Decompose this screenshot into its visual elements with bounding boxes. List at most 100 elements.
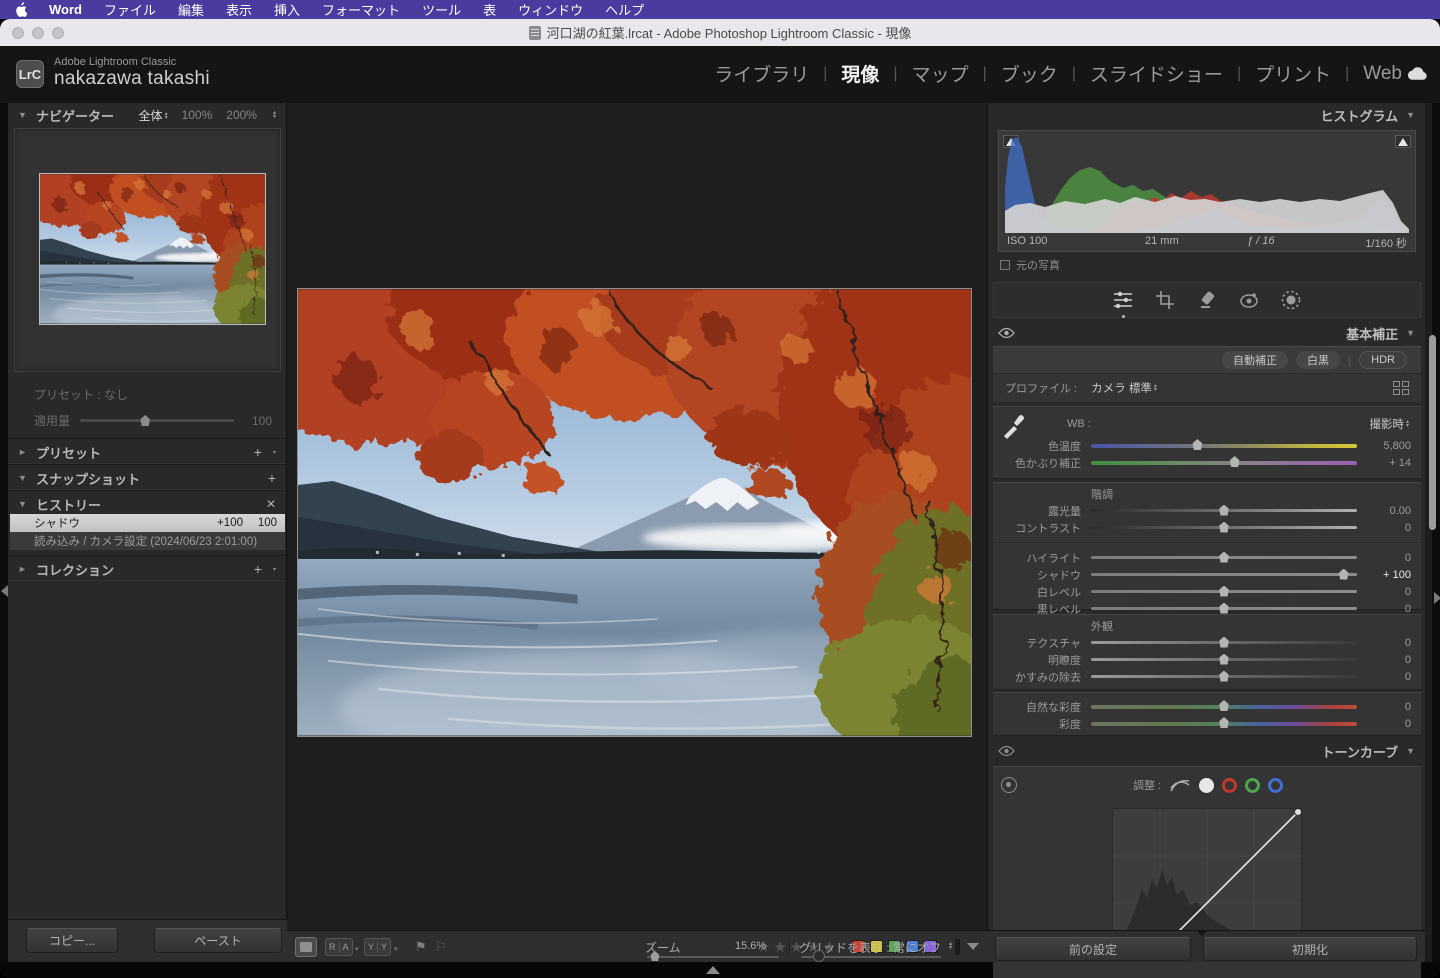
copy-settings-button[interactable]: コピー... (26, 928, 118, 953)
previous-settings-button[interactable]: 前の設定 (995, 937, 1191, 961)
navigator-thumbnail[interactable] (39, 173, 266, 325)
navigator-100-option[interactable]: 100% (182, 108, 213, 122)
collapse-triangle-icon[interactable]: ▼ (18, 110, 28, 120)
traffic-lights[interactable] (12, 27, 64, 39)
right-panel-scrollbar[interactable] (1429, 335, 1436, 530)
close-window-button[interactable] (12, 27, 24, 39)
paste-settings-button[interactable]: ペースト (154, 928, 282, 953)
presence-group-label[interactable]: 外観 (993, 618, 1421, 634)
left-panel-collapse-strip[interactable] (0, 103, 8, 962)
slider-thumb[interactable] (1219, 671, 1230, 682)
collapse-left-panel-arrow[interactable] (1, 585, 8, 597)
dehaze-slider[interactable] (1091, 675, 1357, 678)
edit-sliders-tool-icon[interactable] (1111, 288, 1135, 312)
collections-section-header[interactable]: ► コレクション +▾ (8, 555, 286, 581)
wb-value[interactable]: 撮影時 (1369, 416, 1404, 432)
module-develop[interactable]: 現像 (841, 60, 879, 87)
slider-thumb[interactable] (1219, 505, 1230, 516)
profile-value[interactable]: カメラ 標準 (1091, 380, 1152, 396)
wb-menu-icon[interactable]: ▴▾ (1406, 420, 1409, 428)
blacks-slider[interactable] (1091, 607, 1357, 610)
reference-view-button[interactable]: RA (325, 938, 353, 956)
navigator-200-option[interactable]: 200% (226, 108, 257, 122)
zoom-window-button[interactable] (52, 27, 64, 39)
create-collection-button[interactable]: + (254, 561, 262, 577)
slider-thumb[interactable] (1219, 552, 1230, 563)
menu-item-table[interactable]: 表 (483, 0, 496, 19)
hdr-button[interactable]: HDR (1359, 351, 1407, 369)
temp-slider[interactable] (1091, 444, 1357, 448)
red-eye-tool-icon[interactable] (1237, 288, 1261, 312)
tone-curve-grid[interactable] (1112, 808, 1302, 940)
menu-item-format[interactable]: フォーマット (322, 0, 400, 19)
exposure-slider[interactable] (1091, 509, 1357, 512)
grid-overlay-menu-icon[interactable]: ▴▾ (949, 942, 952, 950)
slider-thumb[interactable] (1192, 439, 1203, 450)
clear-history-button[interactable]: ✕ (266, 497, 276, 511)
slider-thumb[interactable] (1219, 700, 1230, 711)
module-map[interactable]: マップ (912, 60, 969, 87)
collapse-right-panel-arrow[interactable] (1434, 592, 1440, 604)
clarity-slider[interactable] (1091, 658, 1357, 661)
create-preset-button[interactable]: + (254, 444, 262, 460)
wb-eyedropper-icon[interactable] (1001, 413, 1027, 444)
toolbar-content-menu-icon[interactable] (967, 943, 979, 950)
loupe-view-button[interactable] (295, 937, 317, 957)
module-web[interactable]: Web (1363, 63, 1402, 85)
show-filmstrip-arrow[interactable] (706, 966, 720, 974)
navigator-header[interactable]: ▼ ナビゲーター 全体▴▾ 100% 200% ▴▾ (8, 104, 286, 126)
histogram-panel[interactable]: ISO 100 21 mm ƒ / 16 1/160 秒 (998, 130, 1416, 252)
module-print[interactable]: プリント (1255, 60, 1331, 87)
slider-thumb[interactable] (1219, 586, 1230, 597)
slider-thumb[interactable] (140, 415, 151, 426)
snapshots-section-header[interactable]: ▼ スナップショット + (8, 464, 286, 490)
texture-slider[interactable] (1091, 641, 1357, 644)
histogram-header[interactable]: ヒストグラム ▼ (988, 104, 1425, 126)
vibrance-slider[interactable] (1091, 705, 1357, 709)
slider-thumb[interactable] (1219, 717, 1230, 728)
masking-tool-icon[interactable] (1279, 288, 1303, 312)
menu-item-edit[interactable]: 編集 (178, 0, 204, 19)
navigator-zoom-menu-icon[interactable]: ▴▾ (273, 111, 276, 119)
slider-thumb[interactable] (1338, 569, 1349, 580)
module-library[interactable]: ライブラリ (714, 60, 809, 87)
menu-item-view[interactable]: 表示 (226, 0, 252, 19)
curve-channel-red-icon[interactable] (1222, 778, 1237, 793)
curve-channel-blue-icon[interactable] (1268, 778, 1283, 793)
create-snapshot-button[interactable]: + (268, 470, 276, 486)
original-photo-toggle[interactable]: 元の写真 (1000, 257, 1060, 273)
menu-item-file[interactable]: ファイル (104, 0, 156, 19)
reference-view-menu-icon[interactable]: ▾ (355, 945, 359, 953)
shadows-slider[interactable] (1091, 573, 1357, 576)
healing-tool-icon[interactable] (1195, 288, 1219, 312)
curve-channel-all-icon[interactable] (1199, 778, 1214, 793)
zoom-slider[interactable] (647, 956, 779, 958)
grid-opacity-slider[interactable] (801, 956, 941, 958)
crop-tool-icon[interactable] (1153, 288, 1177, 312)
menu-item-tools[interactable]: ツール (422, 0, 461, 19)
reset-button[interactable]: 初期化 (1203, 937, 1417, 961)
navigator-preview[interactable] (14, 128, 281, 372)
menu-item-window[interactable]: ウィンドウ (518, 0, 583, 19)
panel-switch-eye-icon[interactable] (998, 327, 1015, 339)
curve-channel-green-icon[interactable] (1245, 778, 1260, 793)
navigator-fit-option[interactable]: 全体▴▾ (139, 107, 168, 124)
tint-slider[interactable] (1091, 461, 1357, 465)
saturation-slider[interactable] (1091, 722, 1357, 726)
basic-panel-header[interactable]: 基本補正 ▼ (988, 322, 1425, 344)
tone-group-label[interactable]: 階調 (993, 486, 1421, 502)
contrast-slider[interactable] (1091, 526, 1357, 529)
amount-slider[interactable] (80, 419, 234, 422)
menu-item-help[interactable]: ヘルプ (605, 0, 644, 19)
black-white-button[interactable]: 白黒 (1296, 351, 1340, 369)
cloud-sync-icon[interactable] (1406, 66, 1428, 81)
history-step-shadows[interactable]: シャドウ +100 100 (10, 514, 285, 532)
targeted-adjustment-icon[interactable] (1001, 777, 1017, 793)
profile-menu-icon[interactable]: ▴▾ (1154, 384, 1157, 392)
collapse-triangle-icon[interactable]: ▼ (1406, 110, 1415, 120)
slider-thumb[interactable] (1219, 637, 1230, 648)
slider-thumb[interactable] (1229, 456, 1240, 467)
before-after-view-button[interactable]: YY (364, 938, 391, 956)
parametric-curve-icon[interactable] (1169, 777, 1191, 793)
profile-browser-icon[interactable] (1393, 381, 1409, 395)
